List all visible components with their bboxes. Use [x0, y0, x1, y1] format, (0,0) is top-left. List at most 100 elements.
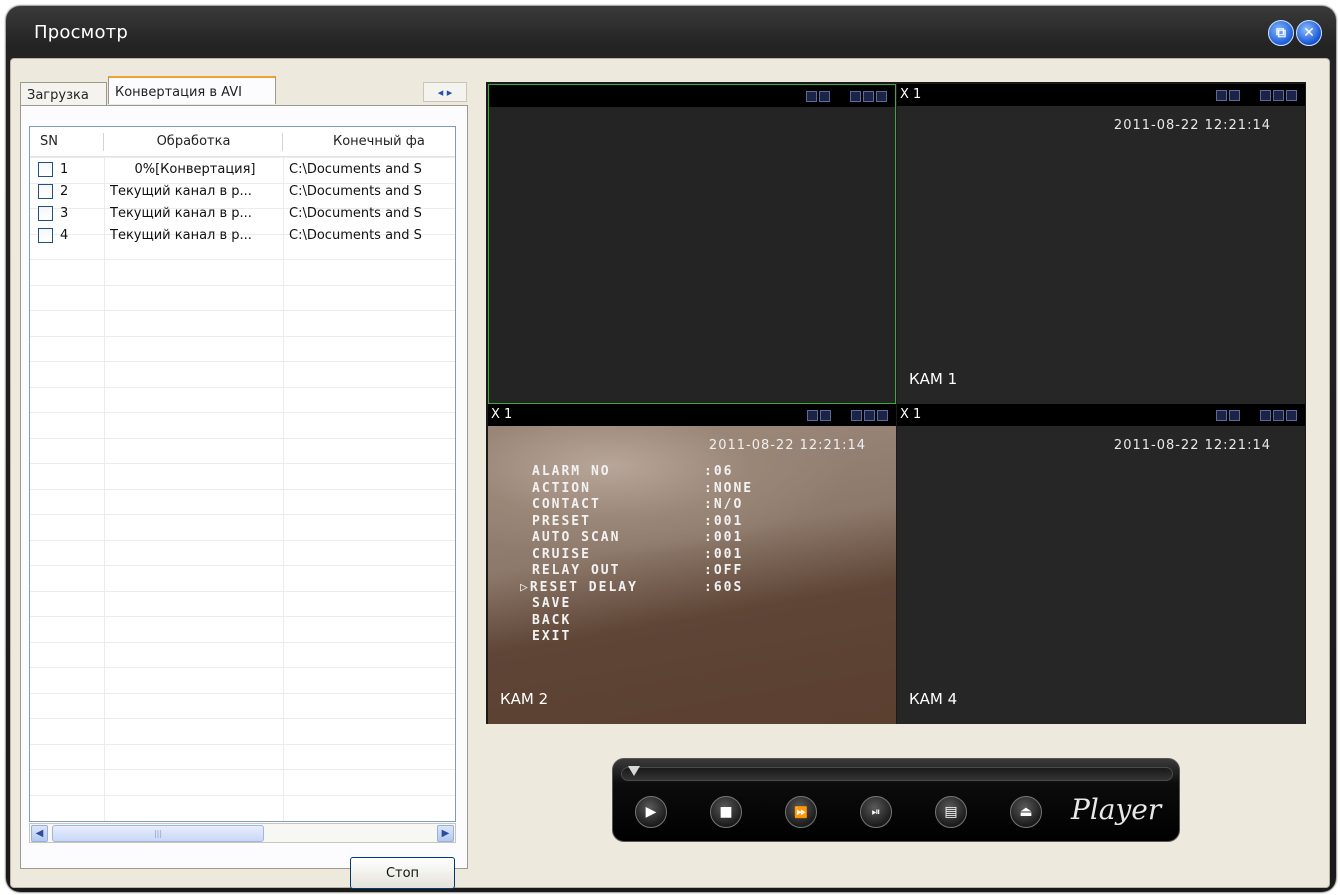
close-cell-icon[interactable]	[876, 91, 887, 102]
cell-icons	[1216, 90, 1297, 101]
osd-key: CONTACT	[532, 497, 601, 512]
row-checkbox[interactable]	[38, 228, 53, 243]
seek-knob[interactable]	[628, 766, 640, 776]
eject-button[interactable]: ⏏	[1010, 796, 1042, 828]
video-grid: X 1 2011-08-22 12:21:14 КАМ 1 X 1 2011-0…	[486, 82, 1306, 724]
video-cell-1[interactable]	[488, 84, 896, 404]
osd-key: CRUISE	[532, 546, 591, 562]
scrollbar-thumb[interactable]: |||	[52, 825, 264, 842]
seek-bar[interactable]	[621, 766, 1173, 781]
osd-value: :001	[704, 530, 744, 545]
row-processing: Текущий канал в р...	[110, 184, 252, 199]
grid-line	[30, 438, 455, 439]
single-view-icon[interactable]	[807, 410, 818, 421]
audio-icon[interactable]	[1273, 90, 1284, 101]
osd-key: RELAY OUT	[532, 563, 621, 578]
row-checkbox[interactable]	[38, 162, 53, 177]
row-sn: 2	[60, 184, 69, 199]
single-view-icon[interactable]	[1216, 410, 1227, 421]
camera-label: КАМ 2	[500, 690, 549, 708]
row-checkbox[interactable]	[38, 206, 53, 221]
grid-line	[30, 693, 455, 694]
row-checkbox[interactable]	[38, 184, 53, 199]
osd-value: :60S	[704, 579, 744, 595]
grid-line	[30, 285, 455, 286]
video-cell-4[interactable]: X 1 2011-08-22 12:21:14 КАМ 4	[897, 404, 1305, 724]
audio-icon[interactable]	[863, 91, 874, 102]
record-icon[interactable]	[1260, 410, 1271, 421]
quad-view-icon[interactable]	[820, 410, 831, 421]
column-header-sn[interactable]: SN	[30, 127, 104, 157]
playlist-button[interactable]: ▤	[935, 796, 967, 828]
close-button[interactable]: ✕	[1296, 20, 1322, 46]
speed-indicator: X 1	[900, 87, 922, 102]
osd-line: CRUISE :001	[532, 547, 753, 564]
tab-avi-conversion[interactable]: Конвертация в AVI	[108, 76, 276, 104]
stop-button[interactable]: Стоп	[350, 857, 455, 889]
audio-icon[interactable]	[864, 410, 875, 421]
table-row[interactable]: 3 Текущий канал в р... C:\Documents and …	[30, 203, 455, 225]
play-button[interactable]: ▶	[635, 796, 667, 828]
osd-line: CONTACT:N/O	[532, 497, 753, 514]
osd-key: EXIT	[532, 629, 572, 644]
scroll-right-button[interactable]: ▶	[437, 825, 454, 842]
osd-key: PRESET	[532, 513, 591, 529]
play-icon: ▶	[645, 804, 657, 820]
osd-value: :001	[704, 546, 744, 562]
osd-menu: ALARM NO:06 ACTION:NONE CONTACT:N/O PRES…	[520, 464, 753, 646]
audio-icon[interactable]	[1273, 410, 1284, 421]
playlist-icon: ▤	[944, 804, 958, 820]
eject-icon: ⏏	[1019, 804, 1033, 820]
grip-icon: |||	[153, 829, 163, 838]
tab-load[interactable]: Загрузка	[20, 82, 107, 106]
column-header-label: SN	[40, 134, 58, 149]
table-row[interactable]: 2 Текущий канал в р... C:\Documents and …	[30, 181, 455, 203]
cell-toolbar: X 1	[897, 404, 1305, 426]
tab-scroll-arrows[interactable]: ◂ ▸	[423, 82, 467, 102]
cell-icons	[1216, 410, 1297, 421]
close-cell-icon[interactable]	[877, 410, 888, 421]
restore-icon: ⧉	[1276, 25, 1286, 41]
fast-forward-button[interactable]: ⏩	[785, 796, 817, 828]
osd-key: ACTION	[532, 480, 591, 496]
row-processing: Текущий канал в р...	[110, 228, 252, 243]
close-cell-icon[interactable]	[1286, 410, 1297, 421]
grid-line	[30, 616, 455, 617]
record-icon[interactable]	[851, 410, 862, 421]
osd-value: :06	[704, 464, 734, 479]
grid-line	[30, 718, 455, 719]
column-header-destination[interactable]: Конечный фа	[283, 127, 455, 157]
single-view-icon[interactable]	[1216, 90, 1227, 101]
quad-view-icon[interactable]	[819, 91, 830, 102]
step-forward-button[interactable]: ⏯	[860, 796, 892, 828]
close-cell-icon[interactable]	[1286, 90, 1297, 101]
stop-playback-button[interactable]: ■	[710, 796, 742, 828]
quad-view-icon[interactable]	[1229, 90, 1240, 101]
chevron-right-icon: ▶	[441, 828, 450, 839]
grid-line	[30, 744, 455, 745]
fast-forward-icon: ⏩	[794, 805, 808, 819]
single-view-icon[interactable]	[806, 91, 817, 102]
grid-line	[30, 310, 455, 311]
column-header-processing[interactable]: Обработка	[104, 127, 283, 157]
restore-button[interactable]: ⧉	[1268, 20, 1294, 46]
osd-line: ACTION :NONE	[532, 481, 753, 498]
cell-icons	[806, 91, 887, 102]
row-destination: C:\Documents and S	[289, 228, 422, 243]
osd-value: :NONE	[704, 480, 754, 496]
record-icon[interactable]	[850, 91, 861, 102]
quad-view-icon[interactable]	[1229, 410, 1240, 421]
row-destination: C:\Documents and S	[289, 162, 422, 177]
osd-key: BACK	[532, 612, 572, 628]
record-icon[interactable]	[1260, 90, 1271, 101]
camera-label: КАМ 4	[909, 690, 958, 708]
video-cell-2[interactable]: X 1 2011-08-22 12:21:14 КАМ 1	[897, 84, 1305, 404]
row-destination: C:\Documents and S	[289, 184, 422, 199]
table-row[interactable]: 4 Текущий канал в р... C:\Documents and …	[30, 225, 455, 247]
osd-line: RELAY OUT:OFF	[532, 563, 753, 580]
scroll-left-button[interactable]: ◀	[31, 825, 48, 842]
video-cell-3[interactable]: X 1 2011-08-22 12:21:14 ALARM NO:06 ACTI…	[488, 404, 896, 724]
horizontal-scrollbar[interactable]: ◀ ||| ▶	[29, 823, 456, 843]
table-row[interactable]: 1 0%[Конвертация] C:\Documents and S	[30, 159, 455, 181]
